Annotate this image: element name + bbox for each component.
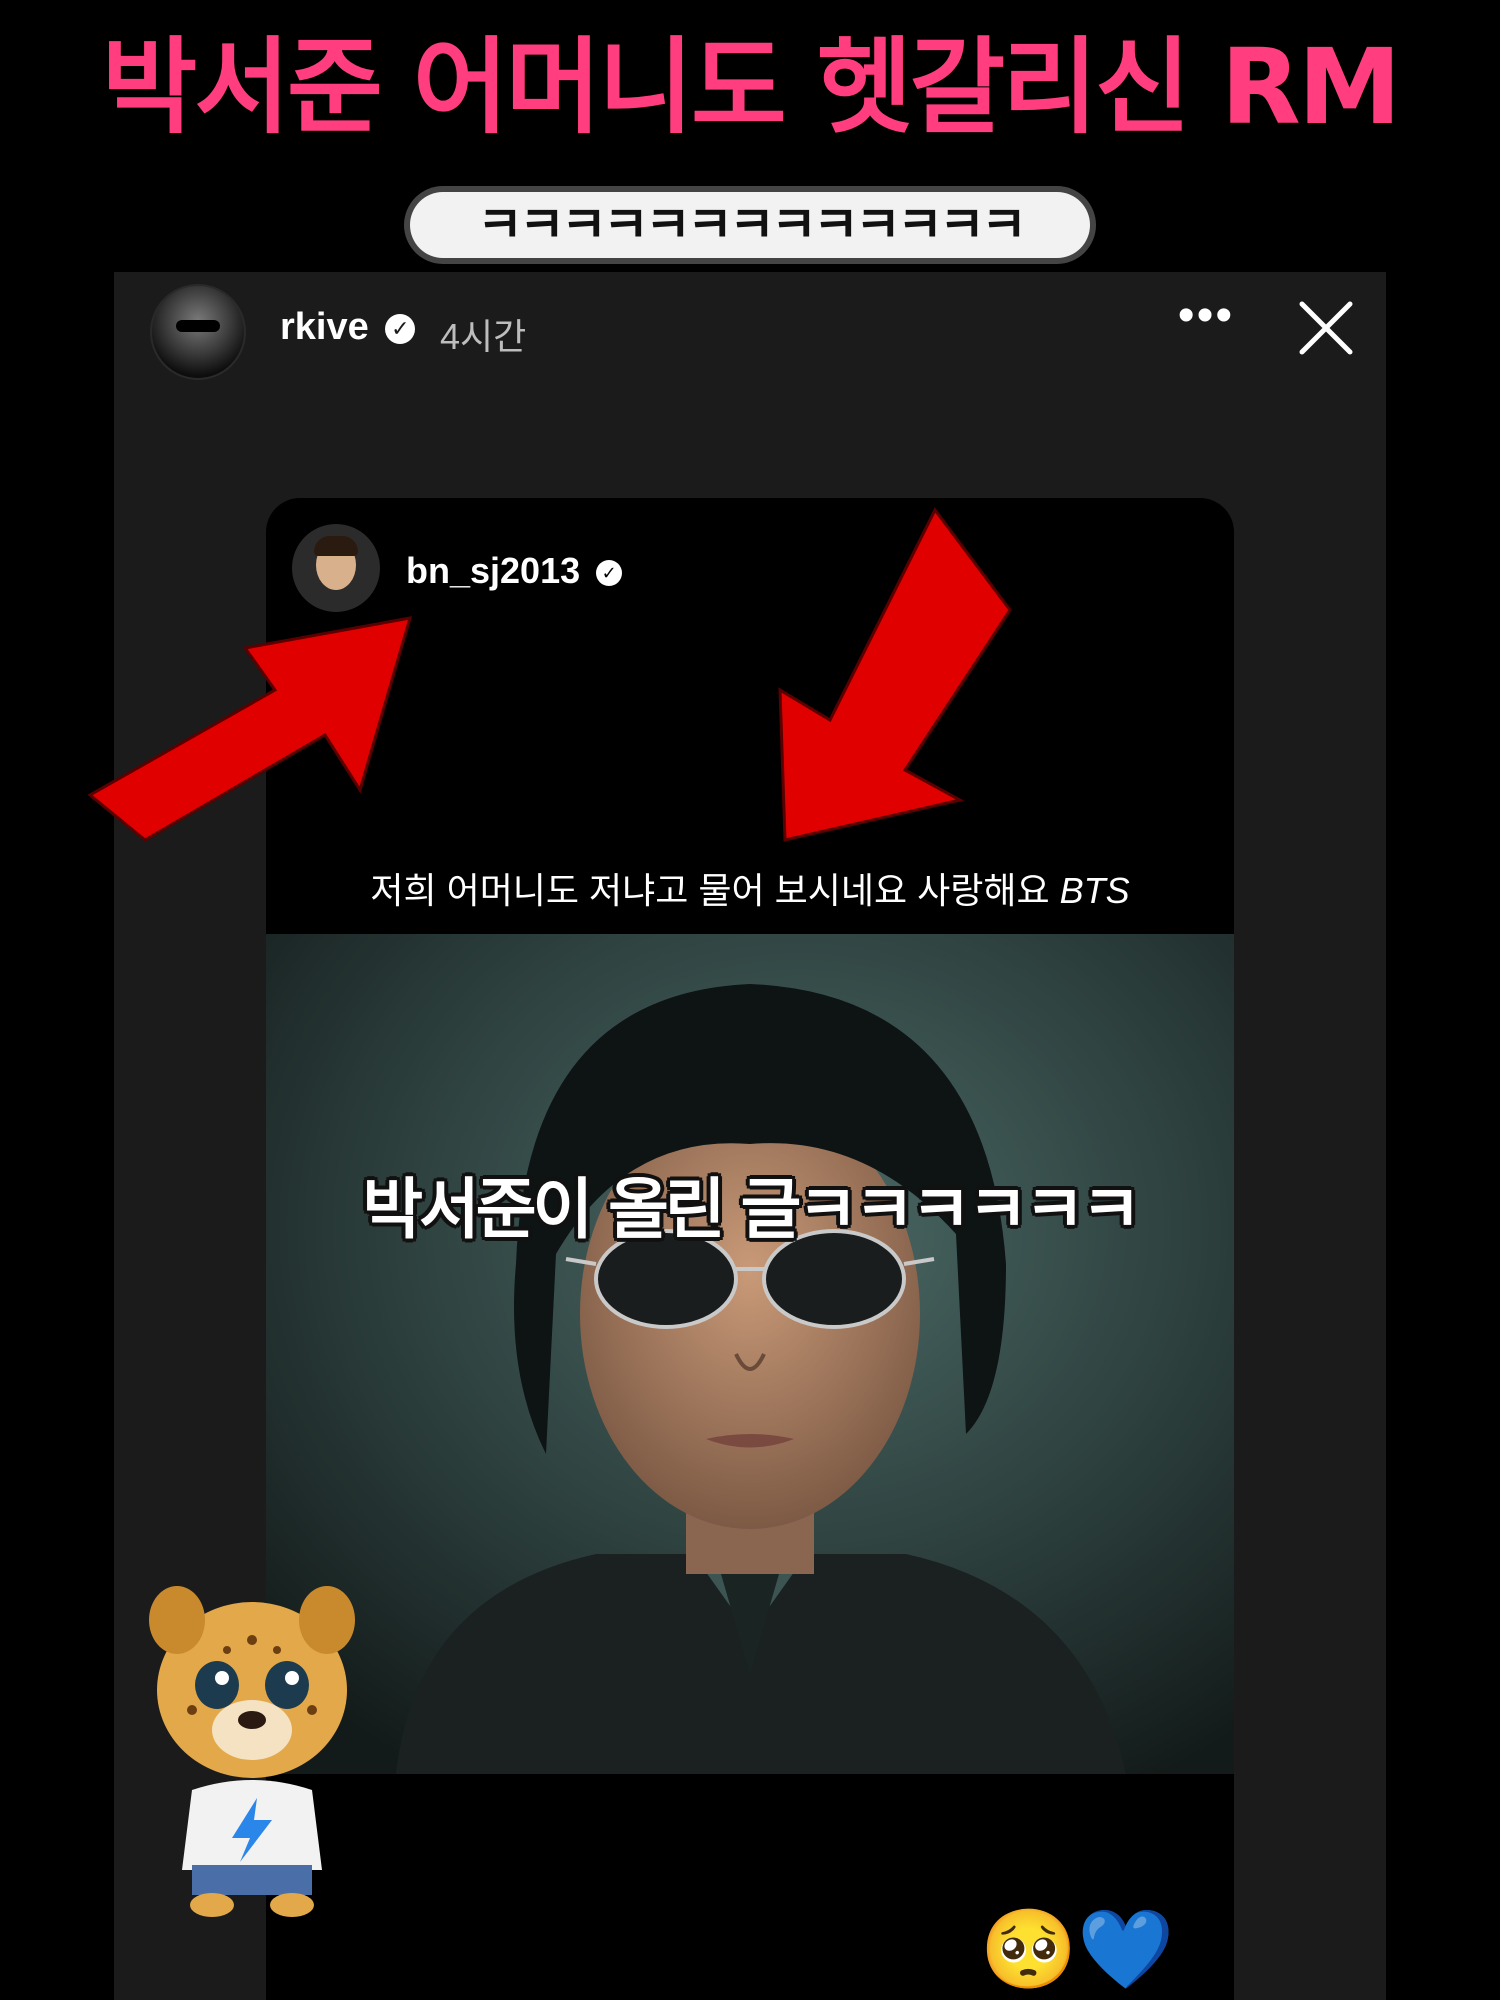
- avatar-glasses: [176, 320, 220, 332]
- cheetah-sticker: [149, 1586, 355, 1917]
- post-username[interactable]: bn_sj2013 ✓: [406, 550, 623, 592]
- close-icon[interactable]: [1294, 296, 1358, 360]
- post-caption-tag: BTS: [1059, 870, 1130, 911]
- story-username-label: rkive: [280, 306, 369, 348]
- story-timestamp: 4시간: [440, 316, 527, 357]
- overlay-caption: 박서준이 올린 글ㅋㅋㅋㅋㅋㅋ: [362, 1171, 1141, 1248]
- post-caption-text: 저희 어머니도 저냐고 물어 보시네요 사랑해요: [370, 870, 1050, 911]
- story-username[interactable]: rkive ✓: [280, 306, 416, 349]
- post-avatar[interactable]: [292, 524, 380, 612]
- verified-icon: ✓: [385, 313, 416, 344]
- subtitle-pill: ㅋㅋㅋㅋㅋㅋㅋㅋㅋㅋㅋㅋㅋ: [410, 192, 1090, 258]
- more-options-icon[interactable]: •••: [1176, 292, 1236, 356]
- verified-icon: ✓: [596, 560, 623, 587]
- portrait-image: [266, 934, 1234, 1774]
- post-photo: [266, 934, 1234, 1774]
- headline: 박서준 어머니도 헷갈리신 RM: [101, 26, 1402, 148]
- avatar[interactable]: [150, 284, 246, 380]
- reaction-emojis: 🥺💙: [980, 1905, 1175, 1993]
- story-header: rkive ✓ 4시간 •••: [114, 272, 1386, 380]
- post-caption: 저희 어머니도 저냐고 물어 보시네요 사랑해요 BTS: [266, 862, 1234, 914]
- memoji-hair: [314, 536, 358, 556]
- post-username-label: bn_sj2013: [406, 550, 581, 591]
